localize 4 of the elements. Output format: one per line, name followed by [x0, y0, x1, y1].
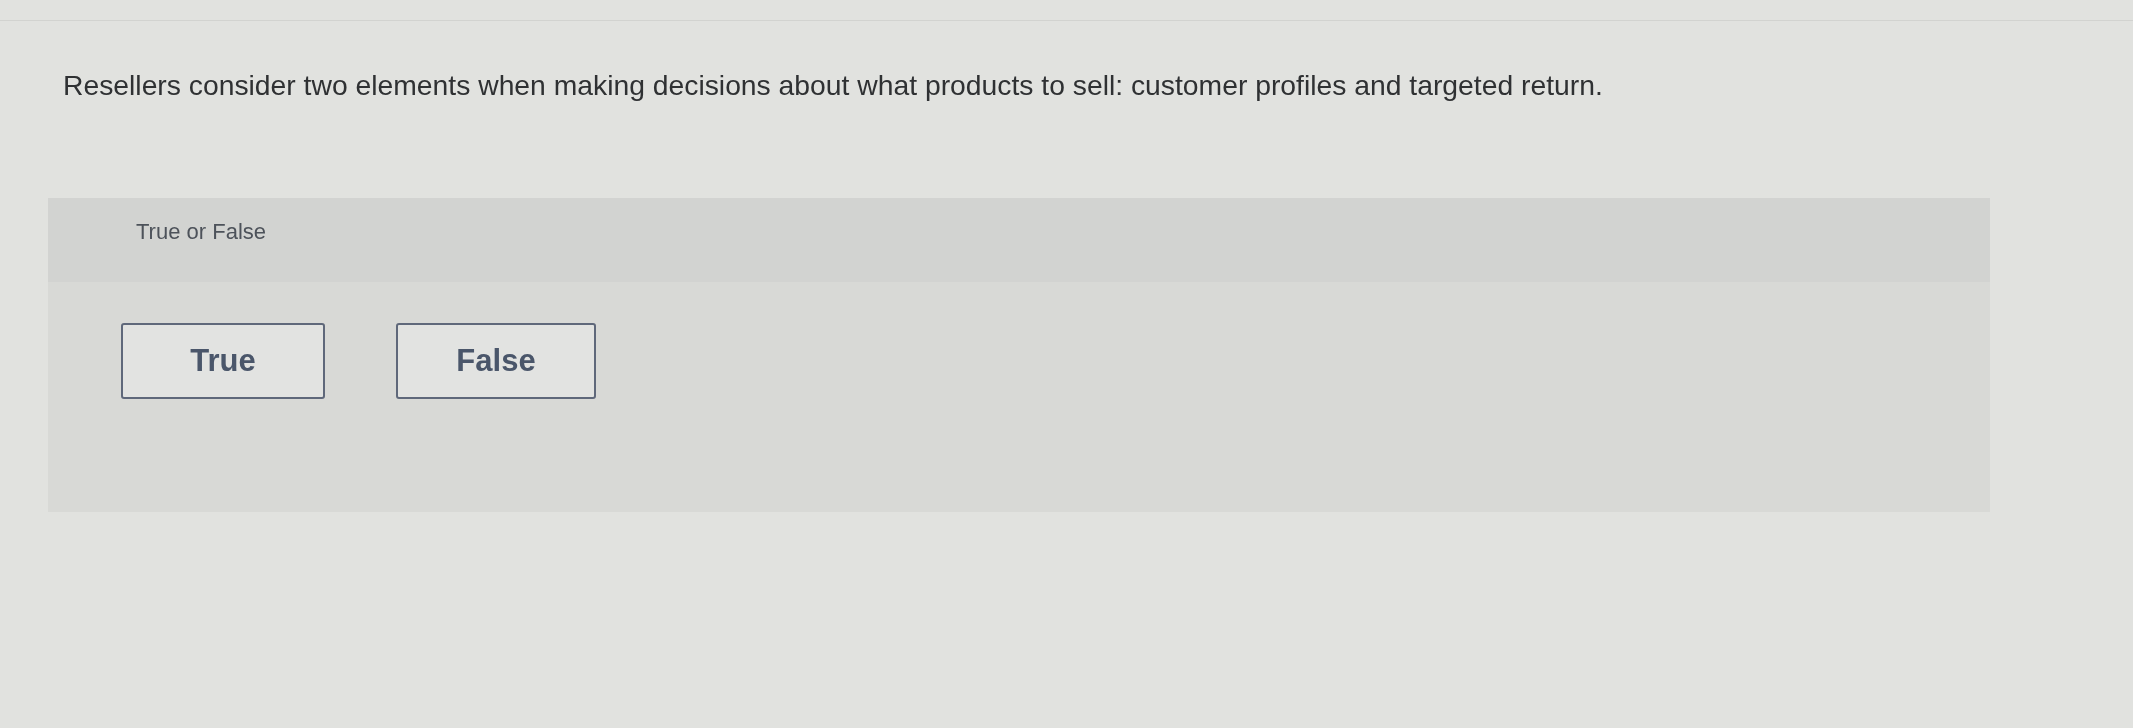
answer-option-button[interactable]: False	[396, 323, 596, 399]
question-text: Resellers consider two elements when making decisions about what products to sell: customer profiles and targeted return.	[63, 68, 1603, 102]
answer-option-button[interactable]: True	[121, 323, 325, 399]
prompt-label: True or False	[136, 219, 266, 244]
